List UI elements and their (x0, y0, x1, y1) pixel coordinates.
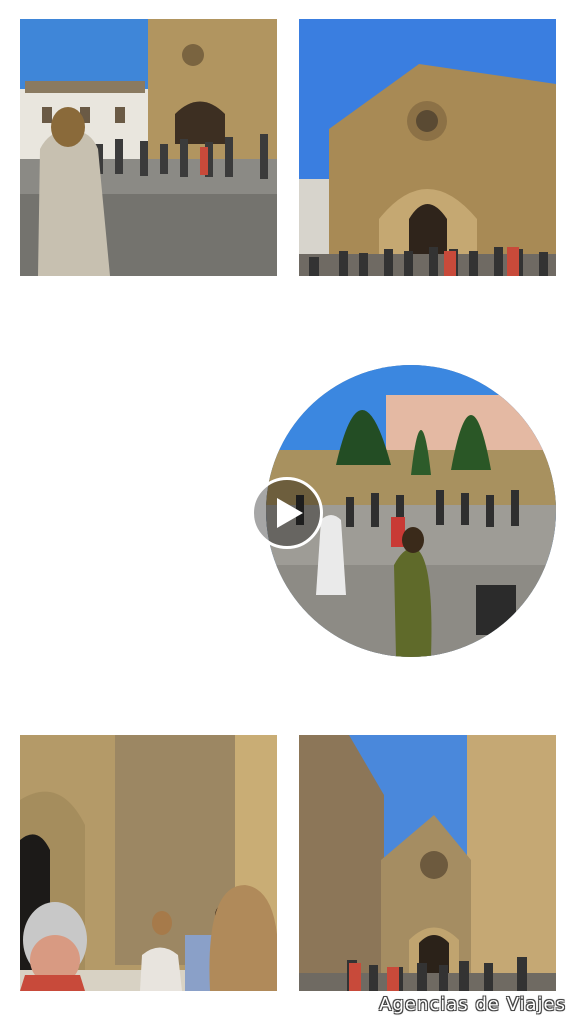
gallery-photo-church-facade[interactable] (299, 19, 556, 276)
photo-street-church-image (299, 735, 556, 991)
photo-guide-plaza-image (20, 19, 277, 276)
watermark-text: Agencias de Viajes (379, 994, 566, 1015)
gallery-photo-guide-plaza[interactable] (20, 19, 277, 276)
photo-stone-alley-image (20, 735, 277, 991)
gallery-photo-stone-alley[interactable] (20, 735, 277, 991)
photo-church-facade-image (299, 19, 556, 276)
gallery-photo-street-church[interactable] (299, 735, 556, 991)
video-play-button[interactable] (251, 477, 323, 549)
play-icon (277, 498, 303, 528)
